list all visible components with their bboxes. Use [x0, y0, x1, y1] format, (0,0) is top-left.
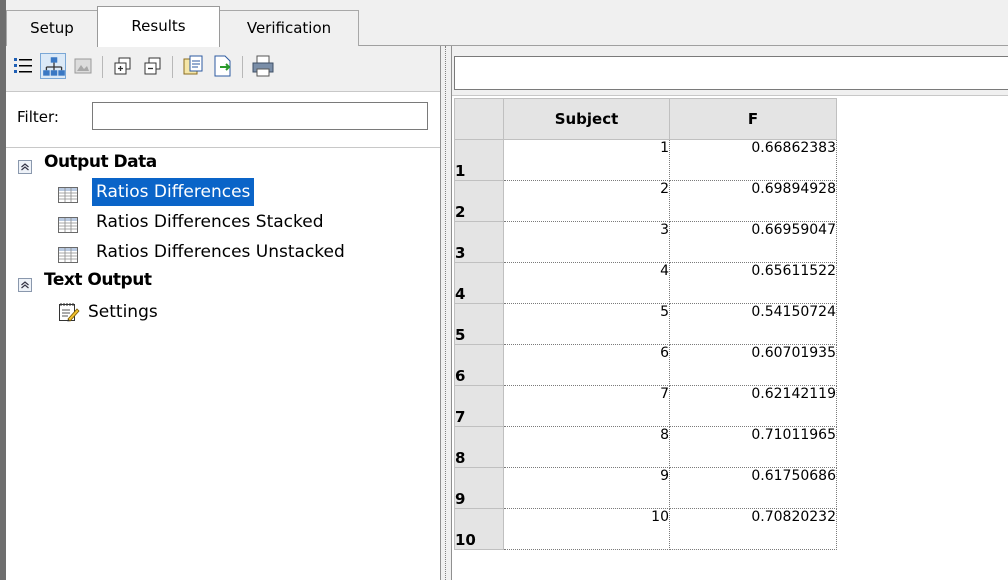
tree-group-label: Output Data [44, 152, 157, 172]
row-header[interactable]: 9 [454, 467, 504, 509]
tree-group-label: Text Output [44, 270, 152, 290]
table-row: 6 6 0.60701935 [454, 344, 837, 386]
toolbar-separator [102, 56, 103, 78]
tree-group-output-data[interactable]: Output Data [18, 148, 438, 176]
row-header[interactable]: 8 [454, 426, 504, 468]
cell-f[interactable]: 0.66959047 [669, 221, 837, 263]
row-header[interactable]: 5 [454, 303, 504, 345]
grid-header-row: Subject F [454, 98, 837, 140]
filter-row: Filter: [6, 92, 440, 148]
tab-verification[interactable]: Verification [219, 10, 359, 46]
table-row: 4 4 0.65611522 [454, 262, 837, 304]
tree-item-ratios-differences-unstacked[interactable]: Ratios Differences Unstacked [58, 238, 438, 266]
results-title-box [454, 56, 1008, 90]
tree-view-icon[interactable] [40, 53, 66, 79]
collapse-all-icon[interactable] [140, 53, 166, 79]
tree-item-label: Ratios Differences Stacked [96, 212, 324, 232]
tree-item-ratios-differences[interactable]: Ratios Differences [58, 178, 438, 206]
expand-all-icon[interactable] [110, 53, 136, 79]
export-icon[interactable] [210, 53, 236, 79]
results-header-strip [452, 46, 1008, 96]
row-header[interactable]: 7 [454, 385, 504, 427]
row-header[interactable]: 3 [454, 221, 504, 263]
cell-subject[interactable]: 5 [503, 303, 670, 345]
row-header[interactable]: 10 [454, 508, 504, 550]
table-row: 9 9 0.61750686 [454, 467, 837, 509]
row-header[interactable]: 1 [454, 139, 504, 181]
cell-f[interactable]: 0.69894928 [669, 180, 837, 222]
column-header-f[interactable]: F [669, 98, 837, 140]
list-view-icon[interactable] [10, 53, 36, 79]
cell-subject[interactable]: 2 [503, 180, 670, 222]
cell-f[interactable]: 0.54150724 [669, 303, 837, 345]
table-row: 10 10 0.70820232 [454, 508, 837, 550]
cell-subject[interactable]: 6 [503, 344, 670, 386]
tree-item-settings[interactable]: Settings [58, 298, 438, 326]
tree-group-text-output[interactable]: Text Output [18, 266, 438, 294]
cell-f[interactable]: 0.61750686 [669, 467, 837, 509]
pane-splitter[interactable] [440, 46, 452, 580]
collapse-up-icon[interactable] [18, 273, 32, 301]
tree-item-ratios-differences-stacked[interactable]: Ratios Differences Stacked [58, 208, 438, 236]
cell-subject[interactable]: 1 [503, 139, 670, 181]
tree-item-label: Ratios Differences [92, 178, 255, 206]
cell-f[interactable]: 0.66862383 [669, 139, 837, 181]
copy-icon[interactable] [180, 53, 206, 79]
cell-f[interactable]: 0.62142119 [669, 385, 837, 427]
table-row: 7 7 0.62142119 [454, 385, 837, 427]
row-header[interactable]: 2 [454, 180, 504, 222]
cell-f[interactable]: 0.60701935 [669, 344, 837, 386]
filter-input[interactable] [92, 102, 428, 130]
table-row: 2 2 0.69894928 [454, 180, 837, 222]
toolbar-separator [242, 56, 243, 78]
navigator-pane: Filter: Output Data Ratios Differences R… [6, 46, 440, 580]
tab-bar: Setup Results Verification [6, 0, 1008, 47]
cell-subject[interactable]: 8 [503, 426, 670, 468]
table-row: 3 3 0.66959047 [454, 221, 837, 263]
print-icon[interactable] [250, 53, 276, 79]
table-row: 5 5 0.54150724 [454, 303, 837, 345]
cell-subject[interactable]: 7 [503, 385, 670, 427]
tree-item-label: Ratios Differences Unstacked [96, 242, 345, 262]
toolbar-separator [172, 56, 173, 78]
cell-subject[interactable]: 9 [503, 467, 670, 509]
row-header[interactable]: 6 [454, 344, 504, 386]
cell-f[interactable]: 0.71011965 [669, 426, 837, 468]
cell-f[interactable]: 0.70820232 [669, 508, 837, 550]
notepad-icon [58, 301, 80, 332]
collapse-up-icon[interactable] [18, 155, 32, 183]
cell-subject[interactable]: 3 [503, 221, 670, 263]
cell-subject[interactable]: 4 [503, 262, 670, 304]
tab-setup[interactable]: Setup [6, 10, 98, 46]
grid-corner[interactable] [454, 98, 504, 140]
cell-subject[interactable]: 10 [503, 508, 670, 550]
data-grid: Subject F 1 1 0.66862383 2 2 0.69894928 … [454, 98, 837, 550]
table-row: 8 8 0.71011965 [454, 426, 837, 468]
tree-item-label: Settings [88, 302, 158, 322]
filter-label: Filter: [17, 108, 59, 126]
navigator-toolbar [6, 46, 440, 92]
splitter-grip [445, 46, 447, 580]
results-pane: Subject F 1 1 0.66862383 2 2 0.69894928 … [452, 46, 1008, 580]
column-header-subject[interactable]: Subject [503, 98, 670, 140]
row-header[interactable]: 4 [454, 262, 504, 304]
tab-results[interactable]: Results [97, 6, 220, 47]
table-row: 1 1 0.66862383 [454, 139, 837, 181]
cell-f[interactable]: 0.65611522 [669, 262, 837, 304]
image-icon[interactable] [70, 53, 96, 79]
